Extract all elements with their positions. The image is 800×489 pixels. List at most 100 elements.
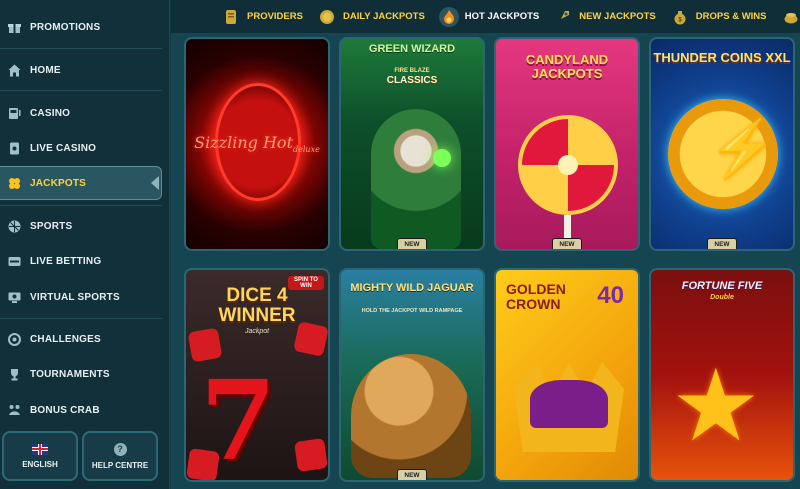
tab-label: PROVIDERS [247,11,303,22]
game-tile-green-wizard[interactable]: GREEN WIZARD FIRE BLAZE CLASSICS NEW [339,37,485,251]
sidebar-item-label: TOURNAMENTS [30,368,110,380]
sidebar-item-label: CASINO [30,107,71,119]
game-tile-sizzling-hot[interactable]: Sizzling Hotdeluxe [184,37,330,251]
crab-icon [7,403,21,417]
sidebar-item-jackpots[interactable]: JACKPOTS [0,166,162,200]
sidebar-item-promotions[interactable]: PROMOTIONS [0,10,162,44]
help-centre-button[interactable]: ? HELP CENTRE [82,431,158,481]
ball-icon [7,219,21,233]
sidebar-item-sports[interactable]: SPORTS [0,209,162,243]
game-subtitle-2: CLASSICS [386,75,438,86]
tab-label: DROPS & WINS [695,11,767,22]
sidebar-item-virtual-sports[interactable]: VIRTUAL SPORTS [0,280,162,314]
divider [0,48,162,49]
active-indicator-arrow-icon [151,176,159,190]
money-bag-icon: $ [670,7,690,27]
sidebar-item-tournaments[interactable]: TOURNAMENTS [0,357,162,391]
game-title: GREEN WIZARD [368,43,456,55]
game-title: THUNDER COINS XXL [653,50,791,65]
red-die-art [293,321,328,357]
game-number: 40 [597,282,624,309]
game-title: MIGHTY WILD JAGUAR [350,282,474,294]
live-icon [7,254,21,268]
sidebar-item-label: JACKPOTS [30,177,87,189]
sidebar-item-label: HOME [30,64,61,76]
divider [0,318,162,319]
sidebar-item-casino[interactable]: CASINO [0,96,162,130]
sidebar-item-label: BONUS CRAB [30,404,100,416]
language-button[interactable]: ENGLISH [2,431,78,481]
wizard-art [371,109,461,249]
jaguar-art [351,354,471,478]
tab-new-jackpots[interactable]: NEW JACKPOTS [547,0,664,33]
cards-icon [7,141,21,155]
sidebar-item-label: LIVE CASINO [30,142,97,154]
tab-drops-wins[interactable]: $ DROPS & WINS [664,0,775,33]
game-title: DICE 4 WINNER [218,285,296,326]
glowing-orb-art [433,149,451,167]
help-icon: ? [113,442,127,456]
new-badge: NEW [397,469,427,480]
game-tile-fortune-five-double[interactable]: ★ FORTUNE FIVE Double [649,268,795,482]
medal-icon [7,332,21,346]
tab-hot-jackpots[interactable]: HOT JACKPOTS [433,0,547,33]
help-centre-label: HELP CENTRE [91,460,149,470]
game-subtitle: Jackpot [244,328,270,335]
tab-lucky[interactable]: LU [775,0,800,33]
sidebar-item-label: CHALLENGES [30,333,101,345]
slot-machine-icon [7,106,21,120]
game-subtitle: HOLD THE JACKPOT WILD RAMPAGE [361,308,463,314]
game-title: CANDYLAND JACKPOTS [525,52,609,81]
divider [0,205,162,206]
tab-label: DAILY JACKPOTS [342,11,425,22]
sidebar-item-bonus-crab[interactable]: BONUS CRAB [0,393,162,427]
game-tile-dice-4-winner[interactable]: 7 DICE 4 WINNER Jackpot SPIN TO WIN [184,268,330,482]
game-subtitle: FIRE BLAZE [394,68,430,74]
game-title: FORTUNE FIVE [681,280,763,292]
lollipop-art [518,115,618,215]
home-icon [7,63,21,77]
gift-icon [7,20,21,34]
new-badge: NEW [552,238,582,249]
lightning-bolt-icon: ⚡ [708,117,778,180]
game-tile-candyland-jackpots[interactable]: CANDYLAND JACKPOTS NEW [494,37,640,251]
divider [0,90,162,91]
game-subtitle: Double [710,294,734,301]
star-icon: ★ [671,350,761,462]
game-tile-mighty-wild-jaguar[interactable]: MIGHTY WILD JAGUAR HOLD THE JACKPOT WILD… [339,268,485,482]
red-die-art [294,438,328,472]
game-subtitle: deluxe [293,145,320,155]
new-badge: NEW [397,238,427,249]
scroll-icon [221,7,241,27]
game-grid: Sizzling Hotdeluxe GREEN WIZARD FIRE BLA… [171,33,800,489]
game-tile-golden-crown-40[interactable]: GOLDEN CROWN 40 [494,268,640,482]
sidebar: PROMOTIONS HOME CASINO LIVE CASINO JACKP… [0,0,170,489]
new-badge: NEW [707,238,737,249]
tab-providers[interactable]: PROVIDERS [215,0,311,33]
rocket-icon [553,7,573,27]
pot-of-gold-icon [781,7,800,27]
lucky-seven-art: 7 [200,356,277,482]
sidebar-item-challenges[interactable]: CHALLENGES [0,322,162,356]
sidebar-item-label: SPORTS [30,220,73,232]
sidebar-item-home[interactable]: HOME [0,53,162,87]
tab-label: NEW JACKPOTS [579,11,656,22]
game-title: Sizzling Hotdeluxe [194,133,320,155]
spin-to-win-tag: SPIN TO WIN [288,276,324,290]
sidebar-item-label: LIVE BETTING [30,255,102,267]
tab-label: HOT JACKPOTS [464,11,540,22]
sidebar-item-label: PROMOTIONS [30,21,101,33]
crown-velvet-art [530,380,608,428]
language-label: ENGLISH [22,459,58,469]
sidebar-item-live-betting[interactable]: LIVE BETTING [0,244,162,278]
tab-daily-jackpots[interactable]: DAILY JACKPOTS [311,0,433,33]
game-tile-thunder-coins-xxl[interactable]: ⚡ THUNDER COINS XXL NEW [649,37,795,251]
uk-flag-icon [32,443,48,455]
clover-icon [7,176,21,190]
fire-ball-icon [438,6,459,27]
virtual-icon [7,290,21,304]
game-title: GOLDEN CROWN [506,281,566,312]
trophy-icon [7,367,21,381]
sidebar-item-live-casino[interactable]: LIVE CASINO [0,131,162,165]
category-tabs: PROVIDERS DAILY JACKPOTS HOT JACKPOTS NE… [171,0,800,33]
